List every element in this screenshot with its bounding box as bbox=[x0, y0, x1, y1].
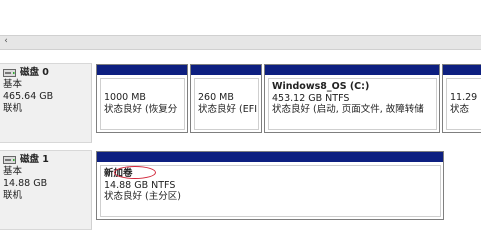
disk-type: 基本 bbox=[3, 166, 23, 177]
partition-size: 11.29 ( bbox=[450, 92, 481, 103]
partition-recovery[interactable]: 1000 MB 状态良好 (恢复分 bbox=[96, 64, 188, 133]
partition-size: 1000 MB bbox=[104, 92, 146, 103]
partition-size: 14.88 GB NTFS bbox=[104, 179, 176, 191]
disk-name: 磁盘 0 bbox=[20, 67, 49, 78]
partition-volume: 新加卷 bbox=[104, 168, 133, 179]
partition-bar bbox=[443, 65, 481, 75]
partition-windows-c[interactable]: Windows8_OS (C:) 453.12 GB NTFS 状态良好 (启动… bbox=[264, 64, 440, 133]
partition-bar bbox=[97, 152, 443, 162]
disk-type: 基本 bbox=[3, 79, 23, 90]
partition-efi[interactable]: 260 MB 状态良好 (EFI bbox=[190, 64, 262, 133]
partition-status: 状态 bbox=[450, 103, 470, 115]
partition-size: 453.12 GB NTFS bbox=[272, 92, 350, 104]
disk-drive-icon bbox=[3, 69, 16, 77]
partition-status: 状态良好 (启动, 页面文件, 故障转储 bbox=[272, 104, 424, 115]
partition-new-volume[interactable]: 新加卷 14.88 GB NTFS 状态良好 (主分区) bbox=[96, 151, 444, 220]
disk-size: 465.64 GB bbox=[3, 91, 54, 102]
disk-size: 14.88 GB bbox=[3, 178, 48, 189]
partition-bar bbox=[97, 65, 187, 75]
partition-volume: Windows8_OS (C:) bbox=[272, 81, 370, 92]
disk-status: 联机 bbox=[3, 103, 23, 114]
partition-bar bbox=[265, 65, 439, 75]
disk-name: 磁盘 1 bbox=[20, 154, 49, 165]
disk-0-label[interactable]: 磁盘 0 基本 465.64 GB 联机 bbox=[0, 63, 92, 143]
partition-bar bbox=[191, 65, 261, 75]
partition-status: 状态良好 (EFI bbox=[198, 103, 257, 115]
partition-size: 260 MB bbox=[198, 92, 234, 103]
partition-status: 状态良好 (主分区) bbox=[104, 191, 181, 202]
disk-drive-icon bbox=[3, 156, 16, 164]
disk-1-label[interactable]: 磁盘 1 基本 14.88 GB 联机 bbox=[0, 150, 92, 230]
partition-status: 状态良好 (恢复分 bbox=[104, 103, 178, 115]
scroll-left-arrow-icon[interactable]: ‹ bbox=[1, 35, 11, 48]
horizontal-scrollbar[interactable]: ‹ bbox=[0, 35, 481, 50]
partition-unlabeled[interactable]: 11.29 ( 状态 bbox=[442, 64, 481, 133]
disk-status: 联机 bbox=[3, 190, 23, 201]
